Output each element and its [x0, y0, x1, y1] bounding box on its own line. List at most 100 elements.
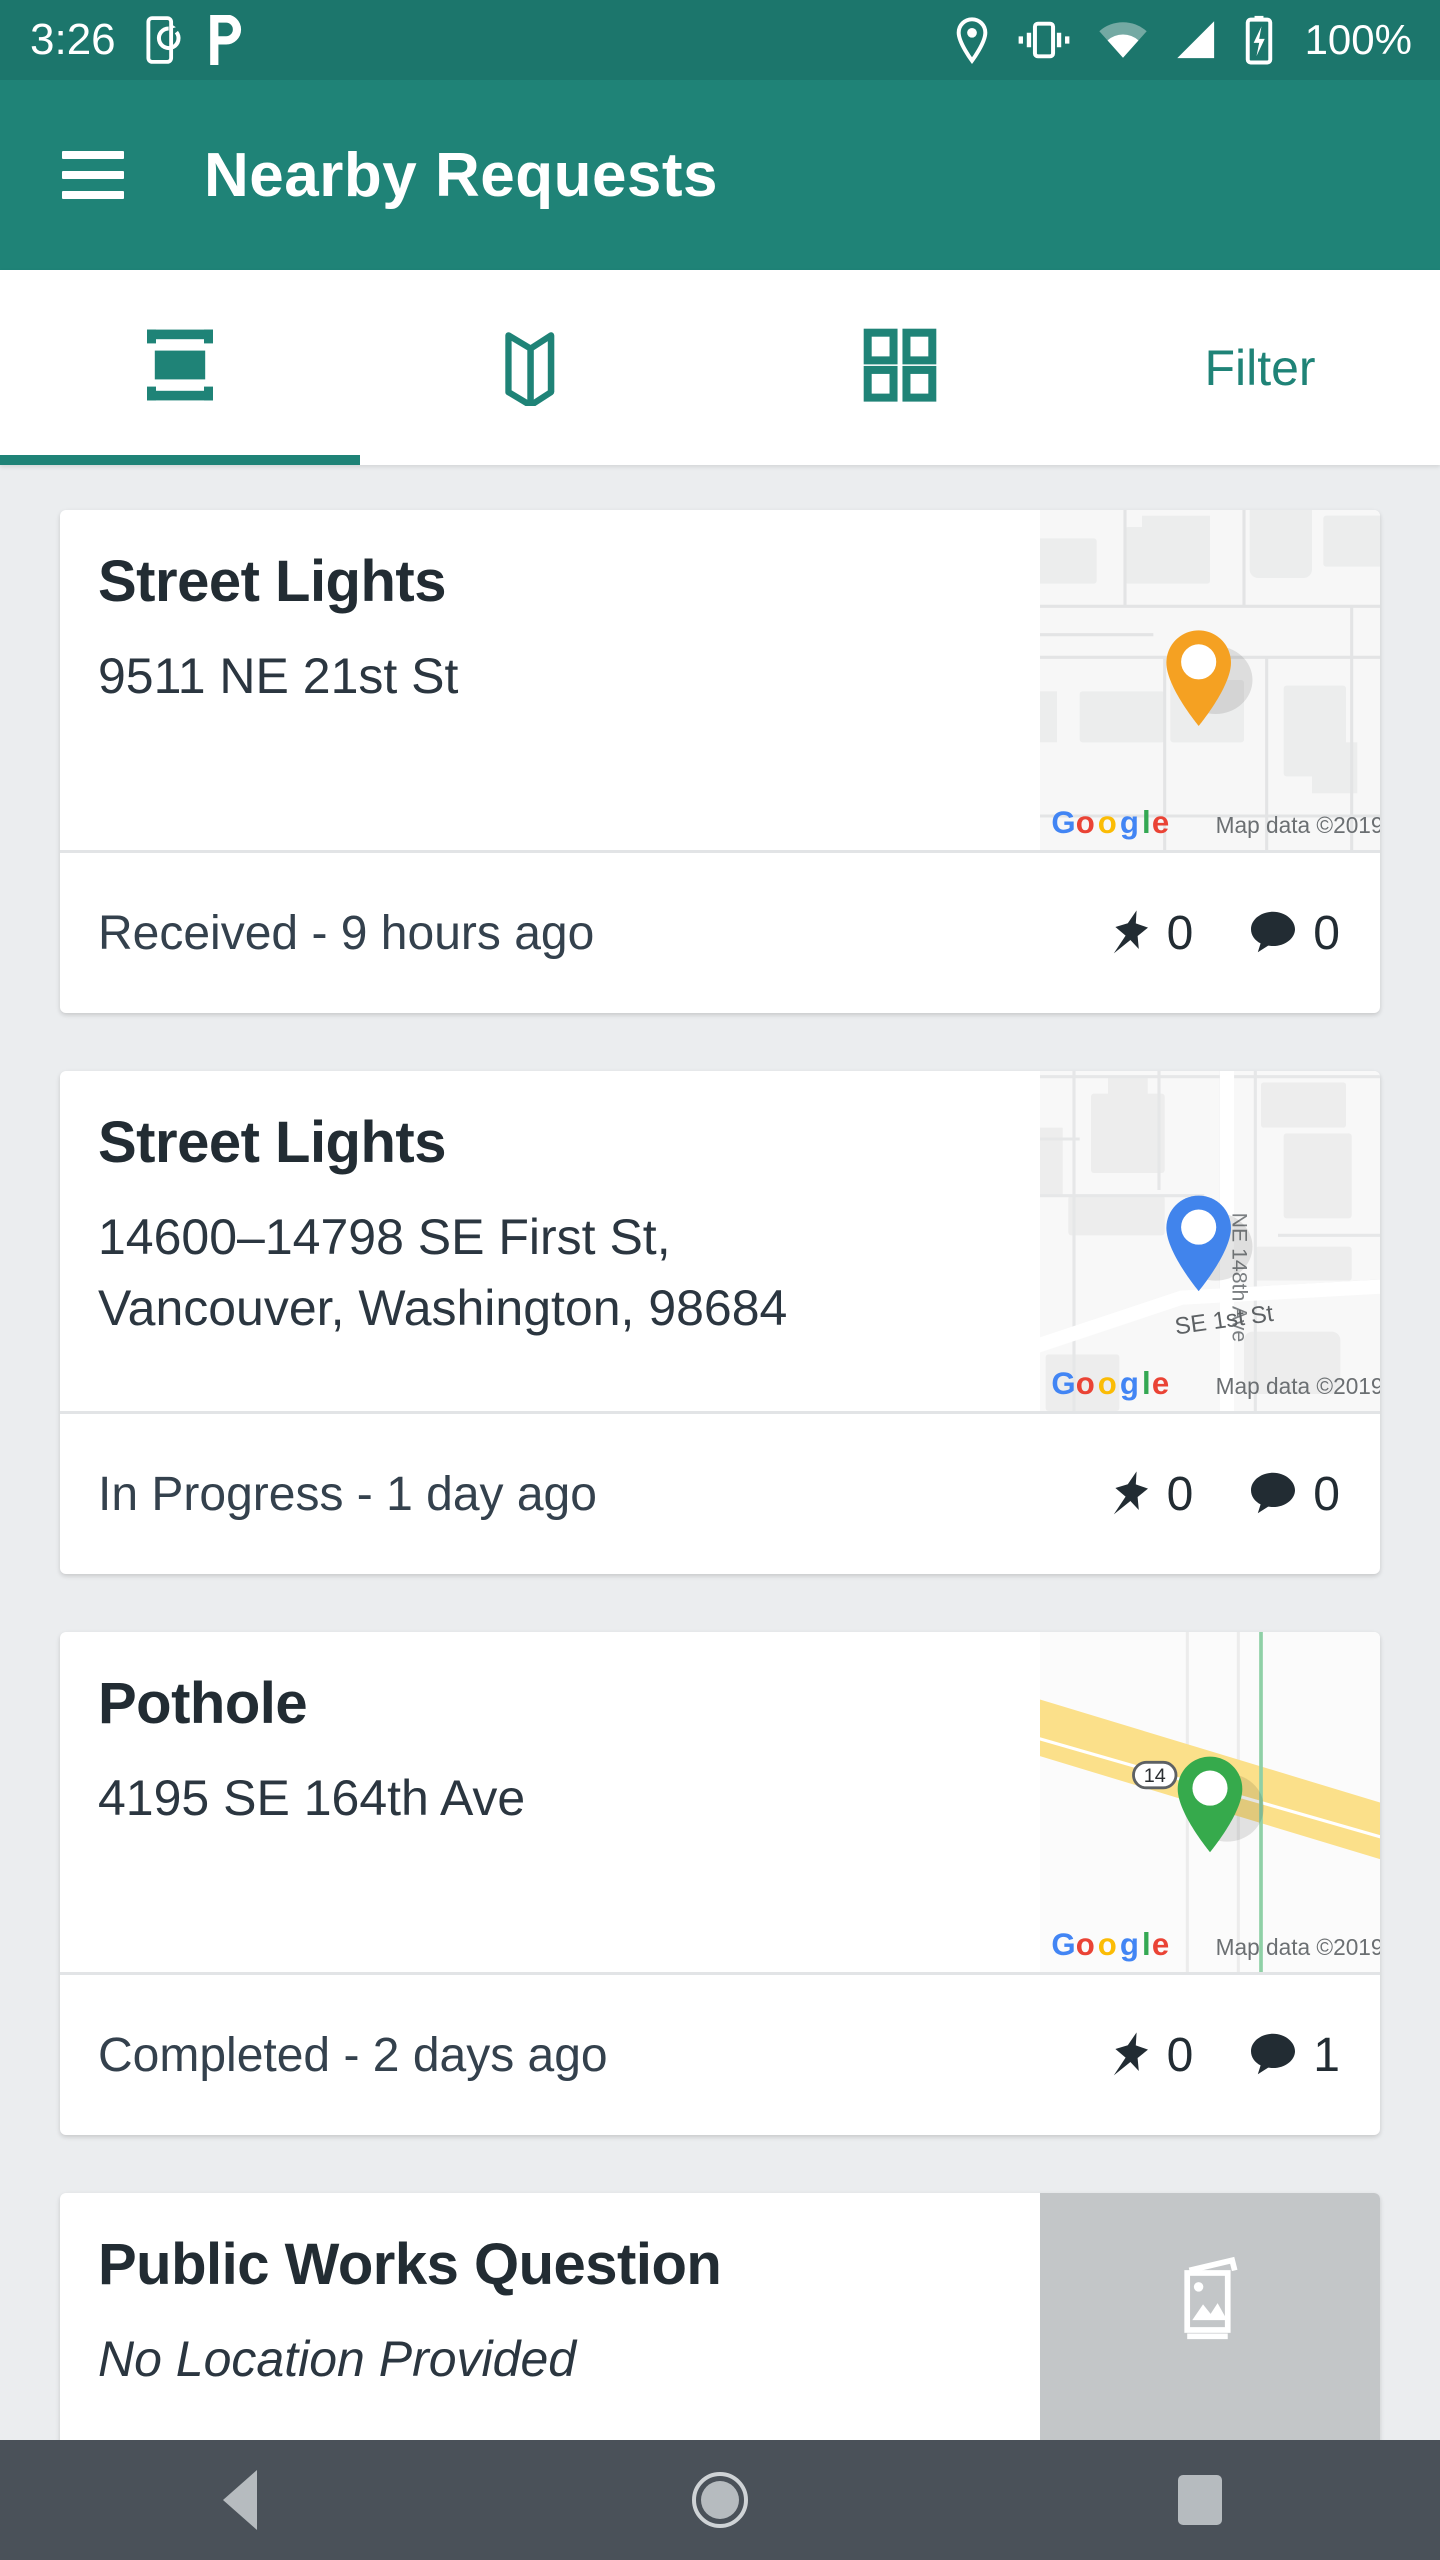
pin-count: 0 [1166, 2028, 1194, 2082]
svg-text:o: o [1098, 1366, 1117, 1401]
android-navigation-bar [0, 2440, 1440, 2560]
svg-text:o: o [1076, 805, 1095, 840]
request-card[interactable]: Public Works Question No Location Provid… [60, 2193, 1380, 2440]
home-icon [692, 2472, 748, 2528]
comment-count: 0 [1313, 906, 1340, 960]
svg-text:14: 14 [1144, 1765, 1166, 1787]
pin-metric[interactable]: 0 [1107, 906, 1194, 961]
svg-text:o: o [1076, 1366, 1095, 1401]
tab-map-view[interactable] [360, 270, 720, 465]
map-attribution: Map data ©2019 [1216, 1934, 1380, 1960]
request-card[interactable]: Street Lights 14600–14798 SE First St, V… [60, 1071, 1380, 1574]
svg-text:e: e [1152, 805, 1169, 840]
comment-metric[interactable]: 0 [1249, 906, 1340, 961]
pin-metric[interactable]: 0 [1107, 2028, 1194, 2083]
comment-icon [1249, 2031, 1297, 2080]
request-card-text: Public Works Question No Location Provid… [60, 2193, 1040, 2440]
map-thumbnail-image: G o o g l e Map data ©2019 [1040, 510, 1380, 850]
google-logo: G o o g l e [1051, 1927, 1169, 1962]
map-thumbnail-image: 14 G o o g l e Map data ©2019 [1040, 1632, 1380, 1972]
tab-filter[interactable]: Filter [1080, 270, 1440, 465]
request-title: Public Works Question [98, 2232, 722, 2297]
pin-metric[interactable]: 0 [1107, 1467, 1193, 1522]
map-view-icon [499, 324, 581, 411]
request-status: Completed - 2 days ago [98, 2028, 608, 2082]
recents-icon [1178, 2475, 1222, 2525]
comment-count: 1 [1313, 2028, 1340, 2082]
app-bar: Nearby Requests [0, 80, 1440, 270]
pin-count: 0 [1166, 906, 1194, 960]
request-title: Street Lights [98, 549, 447, 614]
svg-text:e: e [1152, 1927, 1169, 1962]
request-address: 9511 NE 21st St [98, 647, 459, 704]
svg-text:e: e [1152, 1366, 1169, 1401]
request-address: No Location Provided [98, 2330, 577, 2387]
battery-percentage: 100% [1304, 16, 1412, 63]
hamburger-line [62, 191, 124, 199]
recents-button[interactable] [960, 2475, 1440, 2525]
highway-shield: 14 [1132, 1760, 1178, 1790]
request-address: 4195 SE 164th Ave [98, 1769, 526, 1826]
status-right-icons: 100% [954, 15, 1412, 65]
request-card[interactable]: Street Lights 9511 NE 21st St G o o g l … [60, 510, 1380, 1013]
svg-text:g: g [1120, 805, 1139, 840]
request-metrics: 0 1 [1107, 2028, 1340, 2083]
svg-text:l: l [1142, 1927, 1151, 1962]
svg-text:g: g [1120, 1927, 1139, 1962]
back-icon [223, 2470, 257, 2530]
home-button[interactable] [480, 2472, 960, 2528]
request-card-footer: In Progress - 1 day ago 0 0 [60, 1414, 1380, 1574]
back-button[interactable] [0, 2470, 480, 2530]
comment-icon [1249, 1470, 1297, 1519]
svg-text:G: G [1051, 1927, 1075, 1962]
google-logo: G o o g l e [1051, 805, 1169, 840]
request-card[interactable]: Pothole 4195 SE 164th Ave 14 G o o g l e… [60, 1632, 1380, 2135]
svg-text:o: o [1098, 805, 1117, 840]
location-icon [954, 16, 990, 64]
wifi-icon [1098, 19, 1148, 61]
request-card-text: Street Lights 9511 NE 21st St [60, 510, 1040, 850]
comment-icon [1249, 909, 1297, 958]
svg-text:o: o [1076, 1927, 1095, 1962]
request-metrics: 0 0 [1107, 906, 1340, 961]
status-left-icons [144, 15, 242, 65]
tab-filter-label: Filter [1204, 339, 1316, 396]
request-map-thumbnail[interactable]: G o o g l e Map data ©2019 [1040, 510, 1380, 850]
pin-icon [1107, 908, 1151, 959]
request-title: Pothole [98, 1671, 308, 1736]
svg-text:G: G [1051, 1366, 1075, 1401]
phone-screen: 3:26 100% Nearby Requests Filter Street … [0, 0, 1440, 2560]
request-status: Received - 9 hours ago [98, 906, 595, 960]
map-thumbnail-image: NE 148th Ave SE 1st St G o o g l e Map d… [1040, 1071, 1380, 1411]
request-map-thumbnail[interactable]: NE 148th Ave SE 1st St G o o g l e Map d… [1040, 1071, 1380, 1411]
request-title: Street Lights [98, 1110, 447, 1175]
request-address-line: Vancouver, Washington, 98684 [98, 1279, 788, 1336]
map-attribution: Map data ©2019 [1216, 812, 1380, 838]
svg-text:l: l [1142, 805, 1151, 840]
tab-grid-view[interactable] [720, 270, 1080, 465]
request-card-body: Public Works Question No Location Provid… [60, 2193, 1380, 2440]
request-image-placeholder[interactable] [1040, 2193, 1380, 2440]
list-view-icon [138, 326, 222, 409]
request-card-footer: Completed - 2 days ago 0 1 [60, 1975, 1380, 2135]
comment-metric[interactable]: 1 [1249, 2028, 1340, 2083]
request-metrics: 0 0 [1107, 1467, 1340, 1522]
battery-charging-icon [1244, 15, 1274, 65]
google-logo: G o o g l e [1051, 1366, 1169, 1401]
request-card-body: Street Lights 9511 NE 21st St G o o g l … [60, 510, 1380, 850]
tab-list-view[interactable] [0, 270, 360, 465]
request-card-text: Pothole 4195 SE 164th Ave [60, 1632, 1040, 1972]
vibrate-icon [1015, 18, 1073, 62]
request-address-line: 14600–14798 SE First St, [98, 1208, 671, 1265]
request-status: In Progress - 1 day ago [98, 1467, 597, 1521]
comment-metric[interactable]: 0 [1249, 1467, 1340, 1522]
signal-icon [1173, 19, 1219, 61]
request-map-thumbnail[interactable]: 14 G o o g l e Map data ©2019 [1040, 1632, 1380, 1972]
svg-text:l: l [1142, 1366, 1151, 1401]
hamburger-line [62, 171, 124, 179]
comment-count: 0 [1313, 1467, 1340, 1521]
hamburger-menu-icon[interactable] [62, 151, 124, 199]
svg-text:G: G [1051, 805, 1075, 840]
request-list[interactable]: Street Lights 9511 NE 21st St G o o g l … [0, 465, 1440, 2440]
status-bar: 3:26 100% [0, 0, 1440, 80]
